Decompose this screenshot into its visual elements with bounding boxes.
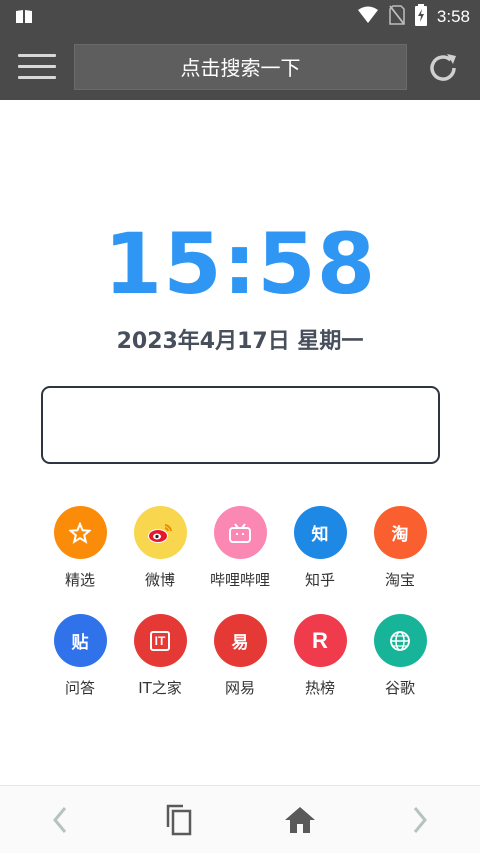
shortcut-rebang[interactable]: R 热榜 <box>280 614 360 698</box>
star-icon <box>53 506 107 559</box>
no-sim-icon <box>389 5 405 29</box>
home-icon[interactable] <box>280 800 320 840</box>
wifi-icon <box>357 6 379 28</box>
shortcut-weibo[interactable]: 微博 <box>120 506 200 590</box>
clock-time: 15:58 <box>103 215 377 313</box>
shortcut-netease[interactable]: 易 网易 <box>200 614 280 698</box>
status-icons: 3:58 <box>357 4 470 30</box>
clock-date: 2023年4月17日 星期一 <box>116 329 364 354</box>
taobao-icon: 淘 <box>373 506 427 559</box>
netease-icon: 易 <box>213 614 267 667</box>
shortcut-label: 知乎 <box>304 571 335 589</box>
shortcut-label: 网易 <box>224 679 255 697</box>
zhihu-icon: 知 <box>293 506 347 559</box>
shortcut-label: IT之家 <box>138 679 182 697</box>
ithome-icon: IT <box>133 614 187 667</box>
tv-icon <box>213 506 267 559</box>
menu-icon[interactable] <box>18 54 56 81</box>
tieba-icon: 贴 <box>53 614 107 667</box>
rebang-icon: R <box>293 614 347 667</box>
shortcut-label: 热榜 <box>304 679 335 697</box>
back-icon[interactable] <box>40 800 80 840</box>
forward-icon[interactable] <box>400 800 440 840</box>
shortcut-jingxuan[interactable]: 精选 <box>40 506 120 590</box>
bottom-nav <box>0 785 480 853</box>
shortcut-ithome[interactable]: IT IT之家 <box>120 614 200 698</box>
status-bar: 3:58 <box>0 0 480 34</box>
shortcut-zhihu[interactable]: 知 知乎 <box>280 506 360 590</box>
shortcut-google[interactable]: 谷歌 <box>360 614 440 698</box>
top-bar: 点击搜索一下 <box>0 34 480 100</box>
shortcut-taobao[interactable]: 淘 淘宝 <box>360 506 440 590</box>
search-bar[interactable]: 点击搜索一下 <box>74 44 407 90</box>
shortcut-wenda[interactable]: 贴 问答 <box>40 614 120 698</box>
weibo-icon <box>133 506 187 559</box>
shortcut-label: 微博 <box>144 571 175 589</box>
globe-icon <box>373 614 427 667</box>
refresh-icon[interactable] <box>425 50 461 86</box>
tabs-icon[interactable] <box>159 800 199 840</box>
shortcut-label: 哔哩哔哩 <box>209 571 270 589</box>
shortcut-label: 问答 <box>64 679 95 697</box>
ithome-glyph: IT <box>149 630 171 651</box>
battery-charging-icon <box>414 4 427 30</box>
shortcut-label: 谷歌 <box>384 679 415 697</box>
note-input[interactable] <box>41 386 440 464</box>
shortcut-label: 精选 <box>64 571 95 589</box>
shortcut-label: 淘宝 <box>384 571 415 589</box>
book-icon <box>15 9 33 24</box>
shortcut-bilibili[interactable]: 哔哩哔哩 <box>200 506 280 590</box>
status-time: 3:58 <box>436 7 470 26</box>
